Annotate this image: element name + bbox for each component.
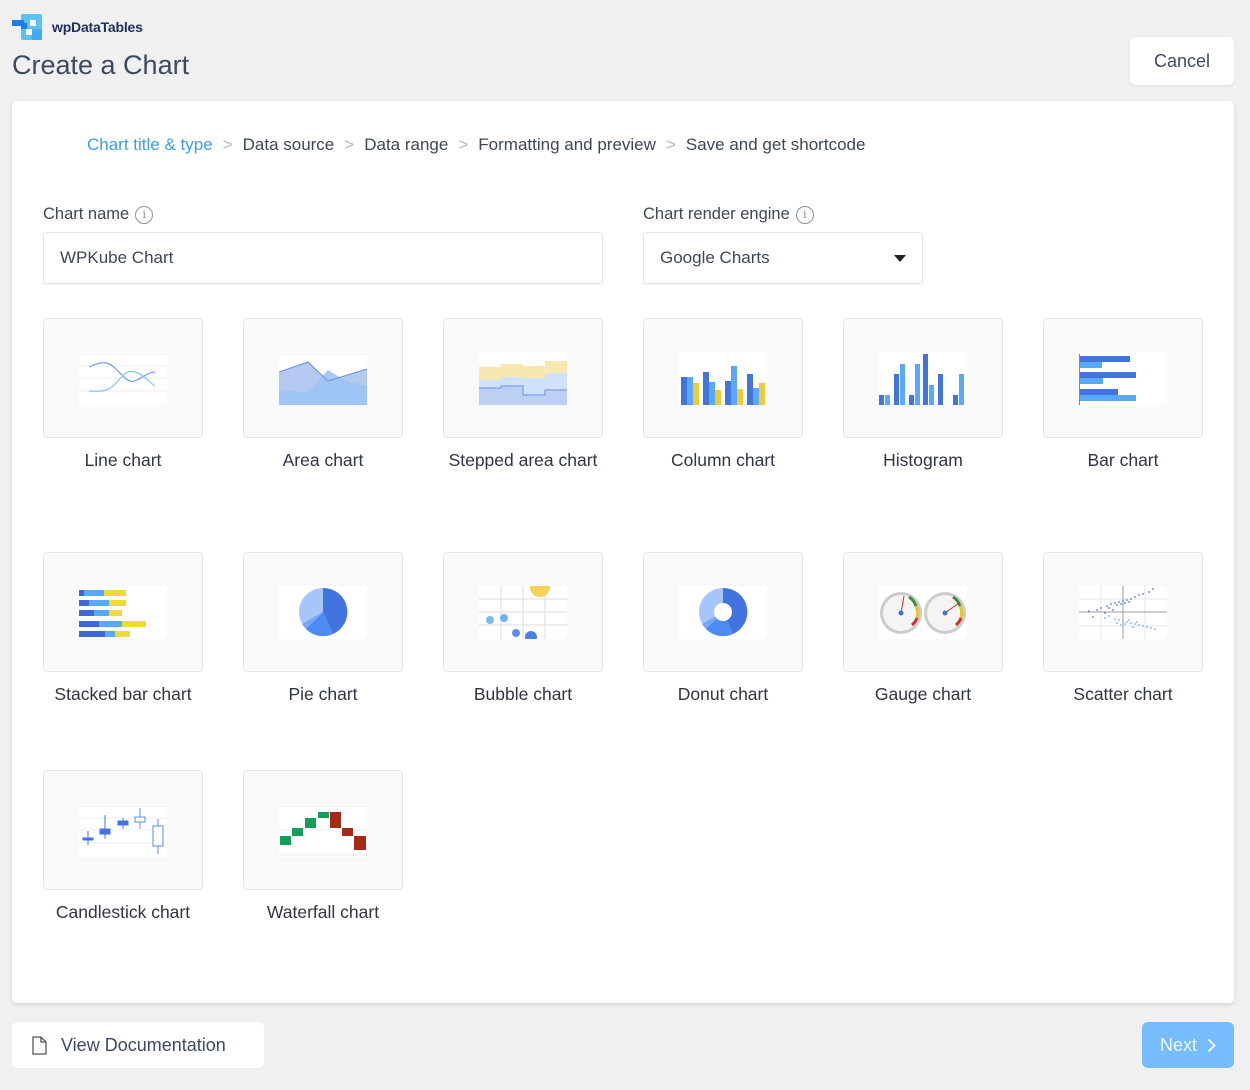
step-separator-icon: > — [222, 135, 233, 154]
chart-type-thumbnail — [243, 318, 403, 438]
render-engine-label: Chart render engine i — [643, 205, 814, 224]
step-save-shortcode[interactable]: Save and get shortcode — [686, 135, 866, 155]
chart-type-area[interactable]: Area chart — [243, 318, 403, 470]
chart-type-stacked-bar[interactable]: Stacked bar chart — [43, 552, 203, 704]
area-chart-icon — [279, 351, 367, 405]
chart-name-input[interactable] — [43, 232, 603, 284]
chart-type-bar[interactable]: Bar chart — [1043, 318, 1203, 470]
chevron-right-icon — [1207, 1038, 1216, 1052]
chart-type-label: Bar chart — [1087, 450, 1159, 470]
chart-type-thumbnail — [843, 318, 1003, 438]
chart-type-thumbnail — [443, 552, 603, 672]
chart-name-label-text: Chart name — [43, 205, 130, 223]
chart-type-donut[interactable]: Donut chart — [643, 552, 803, 704]
next-button[interactable]: Next — [1142, 1022, 1234, 1068]
chart-type-label: Pie chart — [288, 684, 358, 704]
chart-type-thumbnail — [43, 770, 203, 890]
step-separator-icon: > — [344, 135, 355, 154]
info-icon[interactable]: i — [135, 205, 154, 224]
chart-type-thumbnail — [1043, 552, 1203, 672]
info-icon[interactable]: i — [795, 205, 814, 224]
wizard-steps: Chart title & type > Data source > Data … — [87, 135, 865, 155]
chart-type-thumbnail — [43, 318, 203, 438]
chart-type-line[interactable]: Line chart — [43, 318, 203, 470]
chart-type-histogram[interactable]: Histogram — [843, 318, 1003, 470]
chart-type-waterfall[interactable]: Waterfall chart — [243, 770, 403, 922]
next-label: Next — [1159, 1034, 1197, 1055]
wizard-card: Chart title & type > Data source > Data … — [12, 101, 1234, 1003]
chart-type-label: Line chart — [84, 450, 162, 470]
chart-type-thumbnail — [243, 770, 403, 890]
histogram-chart-icon — [879, 351, 967, 405]
chart-type-label: Scatter chart — [1073, 684, 1173, 704]
chart-type-label: Gauge chart — [874, 684, 972, 704]
chart-type-thumbnail — [443, 318, 603, 438]
render-engine-select[interactable]: Google Charts — [643, 232, 923, 284]
stacked-bar-chart-icon — [79, 585, 167, 639]
document-icon — [32, 1035, 47, 1055]
step-data-range[interactable]: Data range — [364, 135, 448, 155]
wpdatatables-logo-icon — [12, 14, 42, 40]
logo-row: wpDataTables — [12, 14, 143, 40]
chart-name-label: Chart name i — [43, 205, 154, 224]
chart-type-label: Histogram — [883, 450, 963, 470]
column-chart-icon — [679, 351, 767, 405]
chart-type-thumbnail — [43, 552, 203, 672]
line-chart-icon — [79, 351, 167, 405]
cancel-button[interactable]: Cancel — [1130, 37, 1234, 85]
chart-type-thumbnail — [643, 552, 803, 672]
render-engine-value: Google Charts — [660, 248, 770, 267]
chart-type-label: Stacked bar chart — [54, 684, 192, 704]
brand-name: wpDataTables — [52, 19, 143, 35]
view-documentation-label: View Documentation — [61, 1034, 226, 1055]
donut-chart-icon — [679, 585, 767, 639]
page-title: Create a Chart — [12, 50, 190, 80]
bubble-chart-icon — [479, 585, 567, 639]
chart-type-label: Candlestick chart — [55, 902, 191, 922]
pie-chart-icon — [279, 585, 367, 639]
step-separator-icon: > — [665, 135, 676, 154]
scatter-chart-icon — [1079, 585, 1167, 639]
chart-type-thumbnail — [243, 552, 403, 672]
step-separator-icon: > — [458, 135, 469, 154]
chart-type-label: Donut chart — [677, 684, 769, 704]
chart-type-thumbnail — [843, 552, 1003, 672]
chart-type-label: Bubble chart — [473, 684, 573, 704]
step-formatting-preview[interactable]: Formatting and preview — [478, 135, 656, 155]
candlestick-chart-icon — [79, 803, 167, 857]
gauge-chart-icon — [879, 585, 967, 639]
chart-type-pie[interactable]: Pie chart — [243, 552, 403, 704]
chart-type-thumbnail — [643, 318, 803, 438]
chart-type-label: Column chart — [670, 450, 776, 470]
chart-type-column[interactable]: Column chart — [643, 318, 803, 470]
chart-type-label: Waterfall chart — [266, 902, 380, 922]
view-documentation-button[interactable]: View Documentation — [12, 1022, 264, 1068]
chart-type-label: Area chart — [282, 450, 364, 470]
chart-type-stepped-area[interactable]: Stepped area chart — [443, 318, 603, 470]
stepped-area-chart-icon — [479, 351, 567, 405]
chart-type-label: Stepped area chart — [448, 450, 598, 470]
bar-chart-icon — [1079, 351, 1167, 405]
step-data-source[interactable]: Data source — [243, 135, 335, 155]
step-chart-title-type[interactable]: Chart title & type — [87, 135, 213, 155]
chart-type-thumbnail — [1043, 318, 1203, 438]
chart-type-scatter[interactable]: Scatter chart — [1043, 552, 1203, 704]
render-engine-label-text: Chart render engine — [643, 205, 790, 223]
chart-type-candlestick[interactable]: Candlestick chart — [43, 770, 203, 922]
chart-type-bubble[interactable]: Bubble chart — [443, 552, 603, 704]
caret-down-icon — [894, 254, 906, 262]
waterfall-chart-icon — [279, 803, 367, 857]
chart-type-gauge[interactable]: Gauge chart — [843, 552, 1003, 704]
